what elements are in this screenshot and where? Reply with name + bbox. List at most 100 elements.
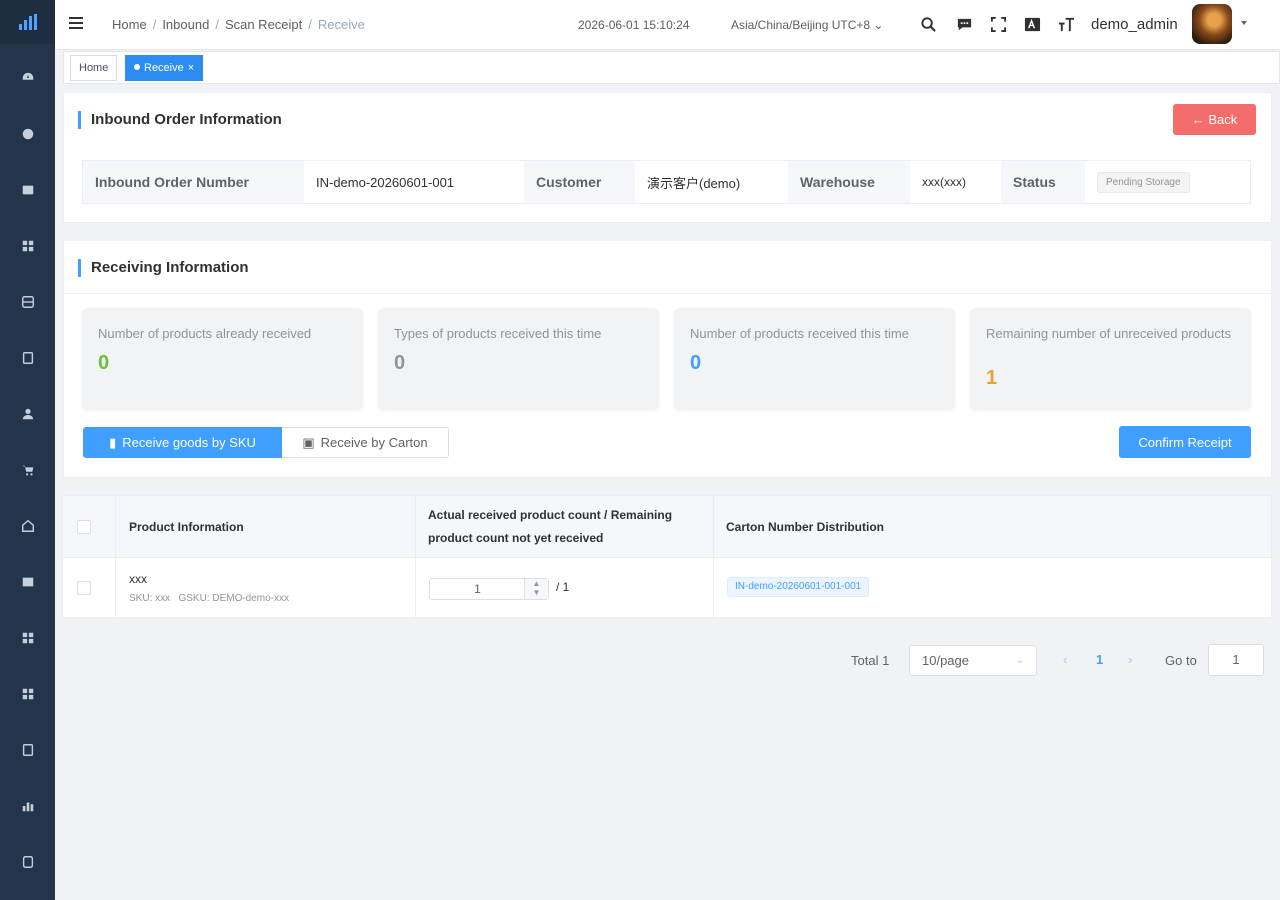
warehouse-value: xxx(xxx) [910, 161, 1001, 203]
col-product-info: Product Information [129, 519, 244, 534]
current-datetime: 2026-06-01 15:10:24 [578, 18, 690, 32]
active-dot-icon [134, 64, 140, 70]
search-icon[interactable] [919, 15, 937, 33]
customer-value: 演示客户(demo) [635, 161, 788, 203]
received-count-stepper[interactable]: 1 ▲ ▼ [429, 578, 549, 600]
sidebar-grid-icon[interactable] [0, 234, 55, 258]
message-icon[interactable] [955, 15, 973, 33]
divider [63, 293, 1272, 294]
receiving-info-title: Receiving Information [78, 259, 249, 277]
remaining-count: / 1 [556, 580, 570, 594]
top-header: Home / Inbound / Scan Receipt / Receive 2026-0… [55, 0, 1280, 50]
sidebar-inbound-icon[interactable] [0, 178, 55, 202]
page-size-select[interactable]: 10/page ⌄ [909, 645, 1037, 676]
box-icon: ▣ [302, 434, 315, 450]
sidebar-home-icon[interactable] [0, 514, 55, 538]
stat-value: 1 [986, 367, 998, 389]
order-info-table: Inbound Order Number IN-demo-20260601-00… [82, 160, 1251, 204]
stat-label: Number of products already received [98, 326, 312, 341]
status-label: Status [1001, 161, 1085, 203]
table-header: Product Information Actual received prod… [63, 496, 1271, 558]
sidebar-modules-icon[interactable] [0, 682, 55, 706]
avatar[interactable] [1192, 4, 1232, 44]
breadcrumb-home[interactable]: Home [112, 17, 147, 32]
sidebar-report-icon[interactable] [0, 738, 55, 762]
col-received-count-line1: Actual received product count / Remainin… [428, 508, 673, 522]
tags-view-bar: Home Receive × [63, 51, 1280, 84]
translate-icon[interactable] [1023, 15, 1041, 33]
receive-by-carton-button[interactable]: ▣ Receive by Carton [282, 427, 449, 458]
warehouse-label: Warehouse [788, 161, 910, 203]
stepper-arrows-icon[interactable]: ▲ ▼ [524, 579, 548, 599]
goto-label: Go to [1165, 653, 1197, 668]
sidebar-dashboard-icon[interactable] [0, 66, 55, 90]
breadcrumb-inbound[interactable]: Inbound [162, 17, 209, 32]
order-number-label: Inbound Order Number [83, 161, 304, 203]
divider [115, 496, 116, 617]
font-size-icon[interactable] [1057, 15, 1075, 33]
receive-mode-group: ▮ Receive goods by SKU ▣ Receive by Carton [83, 427, 449, 458]
current-page[interactable]: 1 [1096, 652, 1103, 667]
sidebar-settings-icon[interactable] [0, 850, 55, 874]
sidebar-document-icon[interactable] [0, 346, 55, 370]
tag-receive[interactable]: Receive × [125, 55, 204, 81]
col-carton-distribution: Carton Number Distribution [726, 519, 884, 534]
fullscreen-icon[interactable] [989, 15, 1007, 33]
breadcrumb-current: Receive [317, 17, 365, 32]
stat-label: Remaining number of unreceived products [986, 326, 1231, 341]
col-received-count: Actual received product count / Remainin… [428, 496, 672, 558]
pagination-total: Total 1 [851, 653, 890, 668]
tag-home[interactable]: Home [70, 55, 118, 81]
product-name: xxx [129, 572, 147, 586]
divider [415, 496, 416, 617]
page-size-value: 10/page [922, 653, 969, 668]
sidebar-chart-icon[interactable] [0, 794, 55, 818]
goto-page-input[interactable]: 1 [1208, 644, 1264, 676]
receive-by-sku-button[interactable]: ▮ Receive goods by SKU [83, 427, 282, 458]
receive-by-sku-label: Receive goods by SKU [122, 435, 256, 450]
order-info-title: Inbound Order Information [78, 111, 282, 129]
prev-page-icon[interactable]: ‹ [1063, 652, 1067, 667]
next-page-icon[interactable]: › [1128, 652, 1132, 667]
product-sku: SKU: xxx GSKU: DEMO-demo-xxx [129, 593, 290, 604]
timezone-select[interactable]: Asia/China/Beijing UTC+8 ⌄ [731, 18, 883, 32]
carton-number-tag: IN-demo-20260601-001-001 [727, 577, 870, 597]
sidebar-cart-icon[interactable] [0, 458, 55, 482]
chevron-down-icon: ⌄ [1015, 655, 1024, 666]
stat-number-received: Number of products received this time 0 [674, 308, 955, 410]
row-checkbox[interactable] [77, 581, 91, 595]
products-table: Product Information Actual received prod… [62, 495, 1272, 618]
sidebar-table-icon[interactable] [0, 570, 55, 594]
order-number-value: IN-demo-20260601-001 [304, 161, 524, 203]
logo-icon[interactable] [0, 0, 55, 44]
col-received-count-line2: product count not yet received [428, 531, 604, 545]
close-icon[interactable]: × [188, 62, 194, 74]
username[interactable]: demo_admin [1091, 16, 1178, 33]
sidebar-storage-icon[interactable] [0, 290, 55, 314]
stat-label: Number of products received this time [690, 326, 909, 341]
stat-already-received: Number of products already received 0 [82, 308, 363, 410]
caret-down-icon[interactable] [1241, 21, 1247, 25]
timezone-label: Asia/China/Beijing UTC+8 [731, 18, 871, 32]
status-cell: Pending Storage [1085, 161, 1250, 203]
sidebar-user-icon[interactable] [0, 402, 55, 426]
tag-receive-label: Receive [144, 62, 184, 74]
sidebar-apps-icon[interactable] [0, 626, 55, 650]
stat-remaining-unreceived: Remaining number of unreceived products … [970, 308, 1251, 410]
receive-by-carton-label: Receive by Carton [320, 435, 428, 450]
stat-value: 0 [394, 352, 406, 374]
clipboard-icon: ▮ [109, 434, 117, 450]
stat-value: 0 [690, 352, 702, 374]
menu-toggle-icon[interactable] [69, 17, 83, 31]
chevron-down-icon: ⌄ [873, 18, 884, 32]
stat-label: Types of products received this time [394, 326, 602, 341]
select-all-checkbox[interactable] [77, 520, 91, 534]
sidebar-globe-icon[interactable] [0, 122, 55, 146]
breadcrumb: Home / Inbound / Scan Receipt / Receive [112, 17, 365, 32]
confirm-receipt-button[interactable]: Confirm Receipt [1119, 426, 1251, 458]
sidebar [0, 0, 55, 900]
status-badge: Pending Storage [1097, 171, 1190, 193]
back-button[interactable]: ← Back [1173, 104, 1256, 135]
breadcrumb-scan-receipt[interactable]: Scan Receipt [225, 17, 302, 32]
divider [713, 496, 714, 617]
